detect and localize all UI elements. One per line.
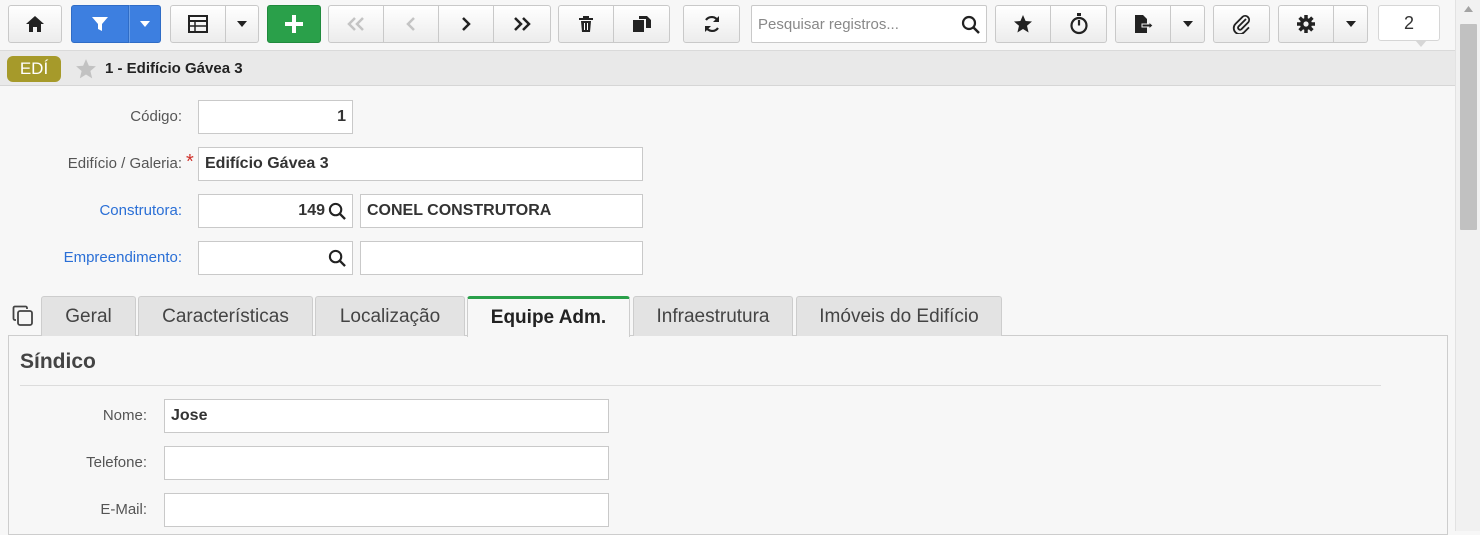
duplicate-tabs-icon[interactable] [12,305,34,327]
edificio-label: Edifício / Galeria: [67,155,182,172]
mode-badge: EDÍ [7,56,61,82]
double-chevron-right-icon [514,17,531,31]
grid-view-icon [188,15,208,33]
copy-record-button[interactable] [614,5,670,43]
paperclip-icon [1232,15,1250,34]
codigo-field[interactable]: 1 [198,100,353,134]
grid-view-dropdown-button[interactable] [226,5,259,43]
settings-button[interactable] [1278,5,1334,43]
previous-record-button[interactable] [384,5,439,43]
required-mark: * [186,151,194,173]
tab-geral[interactable]: Geral [41,296,136,336]
search-input[interactable] [752,6,957,42]
edificio-field[interactable]: Edifício Gávea 3 [198,147,643,181]
export-button[interactable] [1115,5,1171,43]
filter-icon [92,17,108,31]
plus-icon [285,15,303,33]
settings-dropdown-button[interactable] [1334,5,1368,43]
double-chevron-left-icon [347,17,364,31]
empreendimento-code-field[interactable] [198,241,353,275]
caret-down-icon [140,21,150,27]
chevron-left-icon [406,17,415,31]
record-count-badge: 2 [1378,5,1440,47]
search-box [751,5,987,43]
construtora-code-field[interactable]: 149 [198,194,353,228]
empreendimento-label[interactable]: Empreendimento: [64,249,182,266]
favorite-button[interactable] [995,5,1051,43]
construtora-code: 149 [298,202,325,219]
empreendimento-name-field [360,241,643,275]
gear-icon [1297,15,1315,33]
home-icon [26,16,44,32]
star-icon [1014,15,1032,33]
nome-label: Nome: [102,407,147,424]
email-field[interactable] [164,493,609,527]
construtora-name: CONEL CONSTRUTORA [367,202,552,219]
delete-button[interactable] [558,5,614,43]
attachments-button[interactable] [1213,5,1270,43]
section-divider [20,385,1381,386]
stopwatch-icon [1069,13,1088,35]
telefone-label: Telefone: [86,454,147,471]
tab-infraestrutura[interactable]: Infraestrutura [633,296,793,336]
caret-down-icon [1182,21,1193,27]
caret-down-icon [1345,21,1356,27]
add-record-button[interactable] [267,5,321,43]
record-title: 1 - Edifício Gávea 3 [105,60,243,77]
edificio-value: Edifício Gávea 3 [205,155,329,172]
timer-button[interactable] [1051,5,1107,43]
scroll-thumb[interactable] [1460,24,1477,230]
refresh-icon [704,15,719,33]
caret-down-icon [237,21,247,27]
filter-dropdown-button[interactable] [129,5,161,43]
tab-caracteristicas[interactable]: Características [138,296,313,336]
construtora-label[interactable]: Construtora: [99,202,182,219]
title-bar: EDÍ 1 - Edifício Gávea 3 [0,50,1455,86]
home-button[interactable] [8,5,62,43]
section-title-sindico: Síndico [20,350,96,373]
search-icon[interactable] [328,249,346,267]
nome-value: Jose [171,407,208,424]
search-icon[interactable] [961,15,980,34]
codigo-label: Código: [130,108,182,125]
next-record-button[interactable] [439,5,494,43]
copy-icon [632,16,651,32]
toolbar: 2 [0,0,1455,50]
scroll-up-arrow-icon[interactable] [1464,6,1473,12]
nome-field[interactable]: Jose [164,399,609,433]
telefone-field[interactable] [164,446,609,480]
last-record-button[interactable] [494,5,551,43]
chevron-right-icon [462,17,471,31]
vertical-scrollbar[interactable] [1455,0,1480,531]
filter-button[interactable] [71,5,129,43]
grid-view-button[interactable] [170,5,226,43]
refresh-button[interactable] [683,5,740,43]
star-icon[interactable] [75,58,97,80]
export-file-icon [1135,15,1153,33]
email-label: E-Mail: [100,501,147,518]
tab-equipe-adm[interactable]: Equipe Adm. [467,296,630,337]
construtora-name-field: CONEL CONSTRUTORA [360,194,643,228]
tab-localizacao[interactable]: Localização [315,296,465,336]
export-dropdown-button[interactable] [1171,5,1205,43]
tab-imoveis-do-edificio[interactable]: Imóveis do Edifício [796,296,1002,336]
trash-icon [579,16,593,32]
search-icon[interactable] [328,202,346,220]
first-record-button[interactable] [328,5,384,43]
codigo-value: 1 [337,108,346,125]
